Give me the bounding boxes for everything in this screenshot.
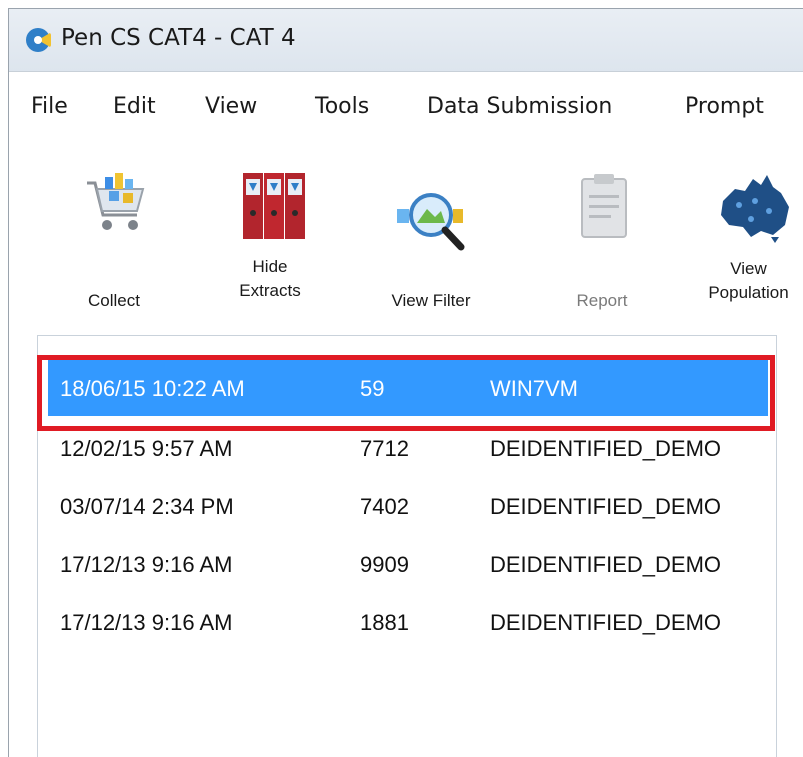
view-population-label-line1: View <box>730 259 767 278</box>
title-bar[interactable]: Pen CS CAT4 - CAT 4 <box>9 9 803 72</box>
report-label: Report <box>576 291 628 310</box>
extract-list[interactable]: 18/06/15 10:22 AM 59 WIN7VM 12/02/15 9:5… <box>37 335 777 757</box>
extract-date: 18/06/15 10:22 AM <box>60 376 245 401</box>
extract-name: DEIDENTIFIED_DEMO <box>490 610 722 635</box>
extract-date: 17/12/13 9:16 AM <box>60 552 233 577</box>
collect-label: Collect <box>88 291 140 310</box>
binders-icon <box>243 173 305 239</box>
extract-count: 7712 <box>360 436 409 461</box>
table-row[interactable]: 03/07/14 2:34 PM 7402 DEIDENTIFIED_DEMO <box>48 478 768 534</box>
shopping-cart-icon <box>87 173 145 230</box>
magnifier-icon <box>397 193 465 251</box>
table-row[interactable]: 17/12/13 9:16 AM 1881 DEIDENTIFIED_DEMO <box>48 594 768 650</box>
table-row[interactable]: 12/02/15 9:57 AM 7712 DEIDENTIFIED_DEMO <box>48 420 768 476</box>
menu-file[interactable]: File <box>31 94 68 119</box>
view-filter-label: View Filter <box>391 291 471 310</box>
extract-count: 7402 <box>360 494 409 519</box>
extract-count: 59 <box>360 376 385 401</box>
hide-extracts-button[interactable]: Hide Extracts <box>205 149 335 329</box>
report-button[interactable]: Report <box>537 149 667 329</box>
extract-name: DEIDENTIFIED_DEMO <box>490 436 722 461</box>
extract-date: 17/12/13 9:16 AM <box>60 610 233 635</box>
australia-map-icon <box>721 175 789 243</box>
hide-extracts-label-line1: Hide <box>252 257 288 276</box>
toolbar: Collect Hide Extracts View Filter Report… <box>9 149 803 329</box>
clipboard-icon <box>581 174 627 238</box>
view-filter-button[interactable]: View Filter <box>361 149 501 329</box>
extract-name: WIN7VM <box>490 376 578 401</box>
app-logo-icon <box>26 28 51 52</box>
window-title: Pen CS CAT4 - CAT 4 <box>61 25 296 51</box>
hide-extracts-label-line2: Extracts <box>239 281 301 300</box>
view-population-button[interactable]: View Population <box>693 149 803 329</box>
menu-data-submission[interactable]: Data Submission <box>427 94 612 119</box>
menu-view[interactable]: View <box>205 94 257 119</box>
menu-edit[interactable]: Edit <box>113 94 156 119</box>
app-window: Pen CS CAT4 - CAT 4 File Edit View Tools… <box>8 8 803 757</box>
menu-bar: File Edit View Tools Data Submission Pro… <box>9 72 803 148</box>
extract-count: 1881 <box>360 610 409 635</box>
extract-count: 9909 <box>360 552 409 577</box>
table-row[interactable]: 18/06/15 10:22 AM 59 WIN7VM <box>48 360 768 416</box>
menu-prompt[interactable]: Prompt <box>685 94 764 119</box>
view-population-label-line2: Population <box>708 283 789 302</box>
extract-name: DEIDENTIFIED_DEMO <box>490 494 722 519</box>
extract-name: DEIDENTIFIED_DEMO <box>490 552 722 577</box>
collect-button[interactable]: Collect <box>49 149 179 329</box>
extract-date: 12/02/15 9:57 AM <box>60 436 233 461</box>
table-row[interactable]: 17/12/13 9:16 AM 9909 DEIDENTIFIED_DEMO <box>48 536 768 592</box>
extract-date: 03/07/14 2:34 PM <box>60 494 234 519</box>
menu-tools[interactable]: Tools <box>315 94 369 119</box>
